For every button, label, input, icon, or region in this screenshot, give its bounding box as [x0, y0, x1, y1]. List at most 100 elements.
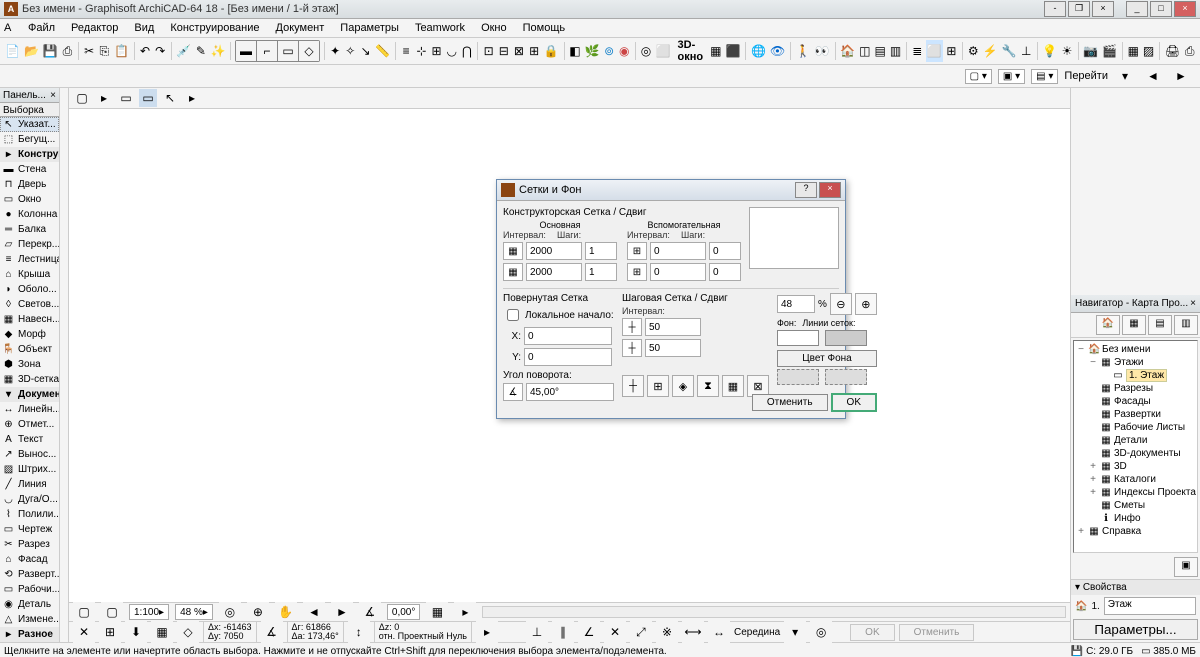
tool-[interactable]: ▬Стена	[0, 162, 59, 177]
tool-[interactable]: AТекст	[0, 432, 59, 447]
tool-[interactable]: ↗Вынос...	[0, 447, 59, 462]
section-icon[interactable]: ◫	[858, 40, 871, 62]
grid-off-button[interactable]: ┼	[622, 375, 644, 397]
aux-swatch-1[interactable]	[777, 369, 819, 385]
aux-steps-y-input[interactable]	[709, 263, 741, 281]
undo-icon[interactable]: ↶	[138, 40, 151, 62]
mep3-icon[interactable]: 🔧	[1001, 40, 1018, 62]
snap-icon[interactable]: ✦	[329, 40, 342, 62]
tool-[interactable]: △Измене...	[0, 612, 59, 627]
origin-y-input[interactable]	[524, 348, 612, 366]
scrollbar-h[interactable]	[482, 606, 1066, 618]
tool-[interactable]: ▦Навесн...	[0, 312, 59, 327]
cam-icon[interactable]: 📷	[1082, 40, 1099, 62]
tab-btn-2[interactable]: ▸	[95, 89, 113, 107]
menu-help[interactable]: Помощь	[519, 21, 570, 35]
nav-tab-project[interactable]: 🏠	[1096, 315, 1120, 335]
aux-interval-y-input[interactable]	[650, 263, 706, 281]
doc-minimize-button[interactable]: -	[1044, 1, 1066, 17]
menu-view[interactable]: Вид	[130, 21, 158, 35]
tab-btn-4[interactable]: ▭	[139, 89, 157, 107]
walls-single-icon[interactable]: ▬	[236, 41, 257, 61]
aux-swatch-2[interactable]	[825, 369, 867, 385]
adjust-icon[interactable]: ⊞	[430, 40, 443, 62]
snap-perp-icon[interactable]: ⊥	[526, 621, 548, 643]
grid-rot-button[interactable]: ◈	[672, 375, 694, 397]
snap2-icon[interactable]: ✧	[344, 40, 357, 62]
maximize-button[interactable]: □	[1150, 1, 1172, 17]
render-icon[interactable]: ⬜	[926, 40, 943, 62]
tool-[interactable]: ⊕Отмет...	[0, 417, 59, 432]
zoom-out-button[interactable]: ⊖	[830, 293, 852, 315]
snap-dist-icon[interactable]: ⟷	[682, 621, 704, 643]
tab-btn-1[interactable]: ▢	[73, 89, 91, 107]
bim-icon[interactable]: ⊚	[603, 40, 616, 62]
orbit-icon[interactable]: 🌐	[750, 40, 767, 62]
tool-[interactable]: ▸Разное	[0, 627, 59, 642]
sun-icon[interactable]: ☀	[1060, 40, 1073, 62]
snap-div-icon[interactable]: ↔	[708, 621, 730, 643]
grid-icon[interactable]: ⊞	[99, 621, 121, 643]
snap-x-input[interactable]	[645, 318, 701, 336]
menu-file[interactable]: Файл	[24, 21, 59, 35]
gravity-icon[interactable]: ⬇	[125, 621, 147, 643]
tree-node-3d[interactable]: ▦3D-документы	[1076, 447, 1195, 460]
main-interval-y-input[interactable]	[526, 263, 582, 281]
menu-document[interactable]: Документ	[272, 21, 329, 35]
minimize-button[interactable]: _	[1126, 1, 1148, 17]
gridline-color-swatch[interactable]	[825, 330, 867, 346]
sb-btn-1[interactable]: ▢	[73, 601, 95, 623]
tool-[interactable]: ⌇Полили...	[0, 507, 59, 522]
wand-icon[interactable]: ✨	[209, 40, 226, 62]
elev-icon[interactable]: ↕	[348, 621, 370, 643]
nav-tab-view[interactable]: ▦	[1122, 315, 1146, 335]
tree-node-[interactable]: ▦Развертки	[1076, 408, 1195, 421]
nav-collapse-button[interactable]: ▣	[1174, 557, 1198, 577]
snap-sp-icon[interactable]: ※	[656, 621, 678, 643]
layer-icon[interactable]: ≣	[911, 40, 924, 62]
nav-back-icon[interactable]: ◄	[1142, 65, 1164, 87]
ok-button[interactable]: OK	[831, 393, 877, 412]
tool-[interactable]: ▱Перекр...	[0, 237, 59, 252]
local-origin-checkbox[interactable]	[507, 309, 519, 321]
paste-icon[interactable]: 📋	[113, 40, 130, 62]
ungroup-icon[interactable]: ⊟	[497, 40, 510, 62]
grid-snap-button[interactable]: ▦	[722, 375, 744, 397]
ruler-icon[interactable]: ↘	[359, 40, 372, 62]
tree-node-[interactable]: ▦Детали	[1076, 434, 1195, 447]
tool-[interactable]: ▨Штрих...	[0, 462, 59, 477]
trim-icon[interactable]: ≡	[400, 40, 413, 62]
trace-icon[interactable]: ◧	[568, 40, 581, 62]
doc-restore-button[interactable]: ❐	[1068, 1, 1090, 17]
marker-icon[interactable]: ◉	[618, 40, 631, 62]
menu-window[interactable]: Окно	[477, 21, 511, 35]
zoom-prev-icon[interactable]: ◄	[303, 601, 325, 623]
energy-icon[interactable]: 🌿	[584, 40, 601, 62]
nav-go-dropdown-icon[interactable]: ▾	[1114, 65, 1136, 87]
grid-angle-button[interactable]: ⧗	[697, 375, 719, 397]
group-icon[interactable]: ⊡	[482, 40, 495, 62]
suspend-icon[interactable]: ⊠	[512, 40, 525, 62]
axo-icon[interactable]: ⬛	[724, 40, 741, 62]
ie-icon[interactable]: ▥	[889, 40, 902, 62]
tab-btn-6[interactable]: ▸	[183, 89, 201, 107]
tool-[interactable]: ▭Окно	[0, 192, 59, 207]
lock-icon[interactable]: 🔒	[543, 40, 560, 62]
fillet-icon[interactable]: ◡	[445, 40, 458, 62]
nav-tab-layout[interactable]: ▤	[1148, 315, 1172, 335]
cancel-button[interactable]: Отменить	[752, 394, 828, 411]
walls-rect-icon[interactable]: ▭	[278, 41, 299, 61]
snap-mid-drop-icon[interactable]: ▾	[784, 621, 806, 643]
cb-1[interactable]: ▸	[476, 621, 498, 643]
tool-[interactable]: ⟲Разверт...	[0, 567, 59, 582]
tool-[interactable]: ✂Разрез	[0, 537, 59, 552]
plot-icon[interactable]: ⎙	[61, 40, 74, 62]
measure-icon[interactable]: 📏	[374, 40, 391, 62]
tool-[interactable]: ▾Документир	[0, 387, 59, 402]
tree-node-[interactable]: −🏠Без имени	[1076, 343, 1195, 356]
tool-[interactable]: ▭Рабочи...	[0, 582, 59, 597]
intersect-icon[interactable]: ⋂	[460, 40, 473, 62]
props-name-field[interactable]: Этаж	[1104, 597, 1196, 615]
aux-steps-x-input[interactable]	[709, 242, 741, 260]
app-menu-icon[interactable]: A	[4, 22, 16, 34]
